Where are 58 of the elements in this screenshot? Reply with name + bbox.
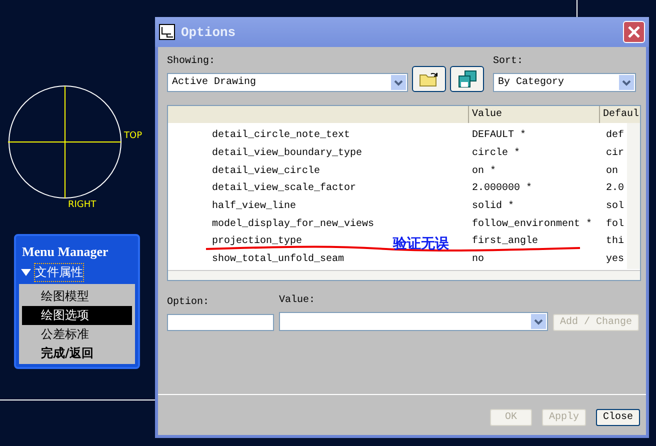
vertical-scrollbar[interactable] [627,123,640,269]
showing-dropdown[interactable]: Active Drawing [167,73,408,92]
menu-item[interactable]: 绘图模型 [22,287,132,306]
close-icon[interactable] [623,21,645,43]
option-value: no [471,254,486,266]
annotation-text: 验证无误 [393,235,449,253]
option-label: Option: [167,297,210,308]
option-value: first_angle [471,236,540,248]
option-value: 2.000000 * [471,183,534,194]
dialog-button[interactable]: Close [596,409,640,426]
open-folder-button[interactable] [412,66,446,92]
option-default: 2.0 [605,183,626,194]
option-default: fol [605,218,626,230]
sort-dropdown[interactable]: By Category [493,73,636,92]
option-name: detail_view_scale_factor [212,183,356,194]
menu-item[interactable]: 公差标准 [22,325,132,344]
option-field[interactable] [167,314,274,331]
option-name: show_total_unfold_seam [212,254,344,266]
chevron-down-icon [394,80,403,86]
chevron-down-icon [534,318,543,324]
option-name: detail_view_circle [212,166,320,177]
option-value: on * [471,166,498,177]
datum-label: RIGHT [68,200,96,210]
option-default: on [605,166,620,177]
menu-title: Menu Manager [21,243,110,261]
option-default: sol [605,201,626,212]
window-title: Options [181,24,236,40]
folder-icon [419,71,439,87]
column-header[interactable]: Value [468,106,599,123]
horizontal-scrollbar[interactable] [168,270,468,280]
option-default: def [605,130,626,142]
value-label: Value: [279,295,316,306]
menu-item[interactable]: 绘图选项 [22,306,132,325]
option-default: thi [605,236,626,248]
option-name: model_display_for_new_views [212,218,374,230]
option-value: follow_environment * [471,218,594,230]
horizontal-scrollbar[interactable] [468,270,640,280]
option-value: circle * [471,148,522,160]
option-name: projection_type [212,236,302,248]
option-name: detail_view_boundary_type [212,148,362,160]
option-value: DEFAULT * [471,130,528,142]
section-label: 文件属性 [35,264,83,281]
menu-section-header[interactable]: 文件属性 [16,262,138,283]
datum-label: TOP [124,131,142,141]
option-name: half_view_line [212,201,296,212]
floppy-disk-icon [457,70,477,88]
sort-label: Sort: [493,56,524,67]
option-default: cir [605,148,626,160]
triangle-icon [21,269,31,276]
option-name: detail_circle_note_text [212,130,350,142]
menu-item[interactable]: 完成/返回 [22,344,132,363]
chevron-down-icon [622,80,631,86]
app-icon [159,24,175,40]
showing-label: Showing: [167,56,216,67]
option-default: yes [605,254,626,266]
value-dropdown[interactable] [279,312,548,331]
save-disk-button[interactable] [450,66,484,92]
option-value: solid * [471,201,516,212]
